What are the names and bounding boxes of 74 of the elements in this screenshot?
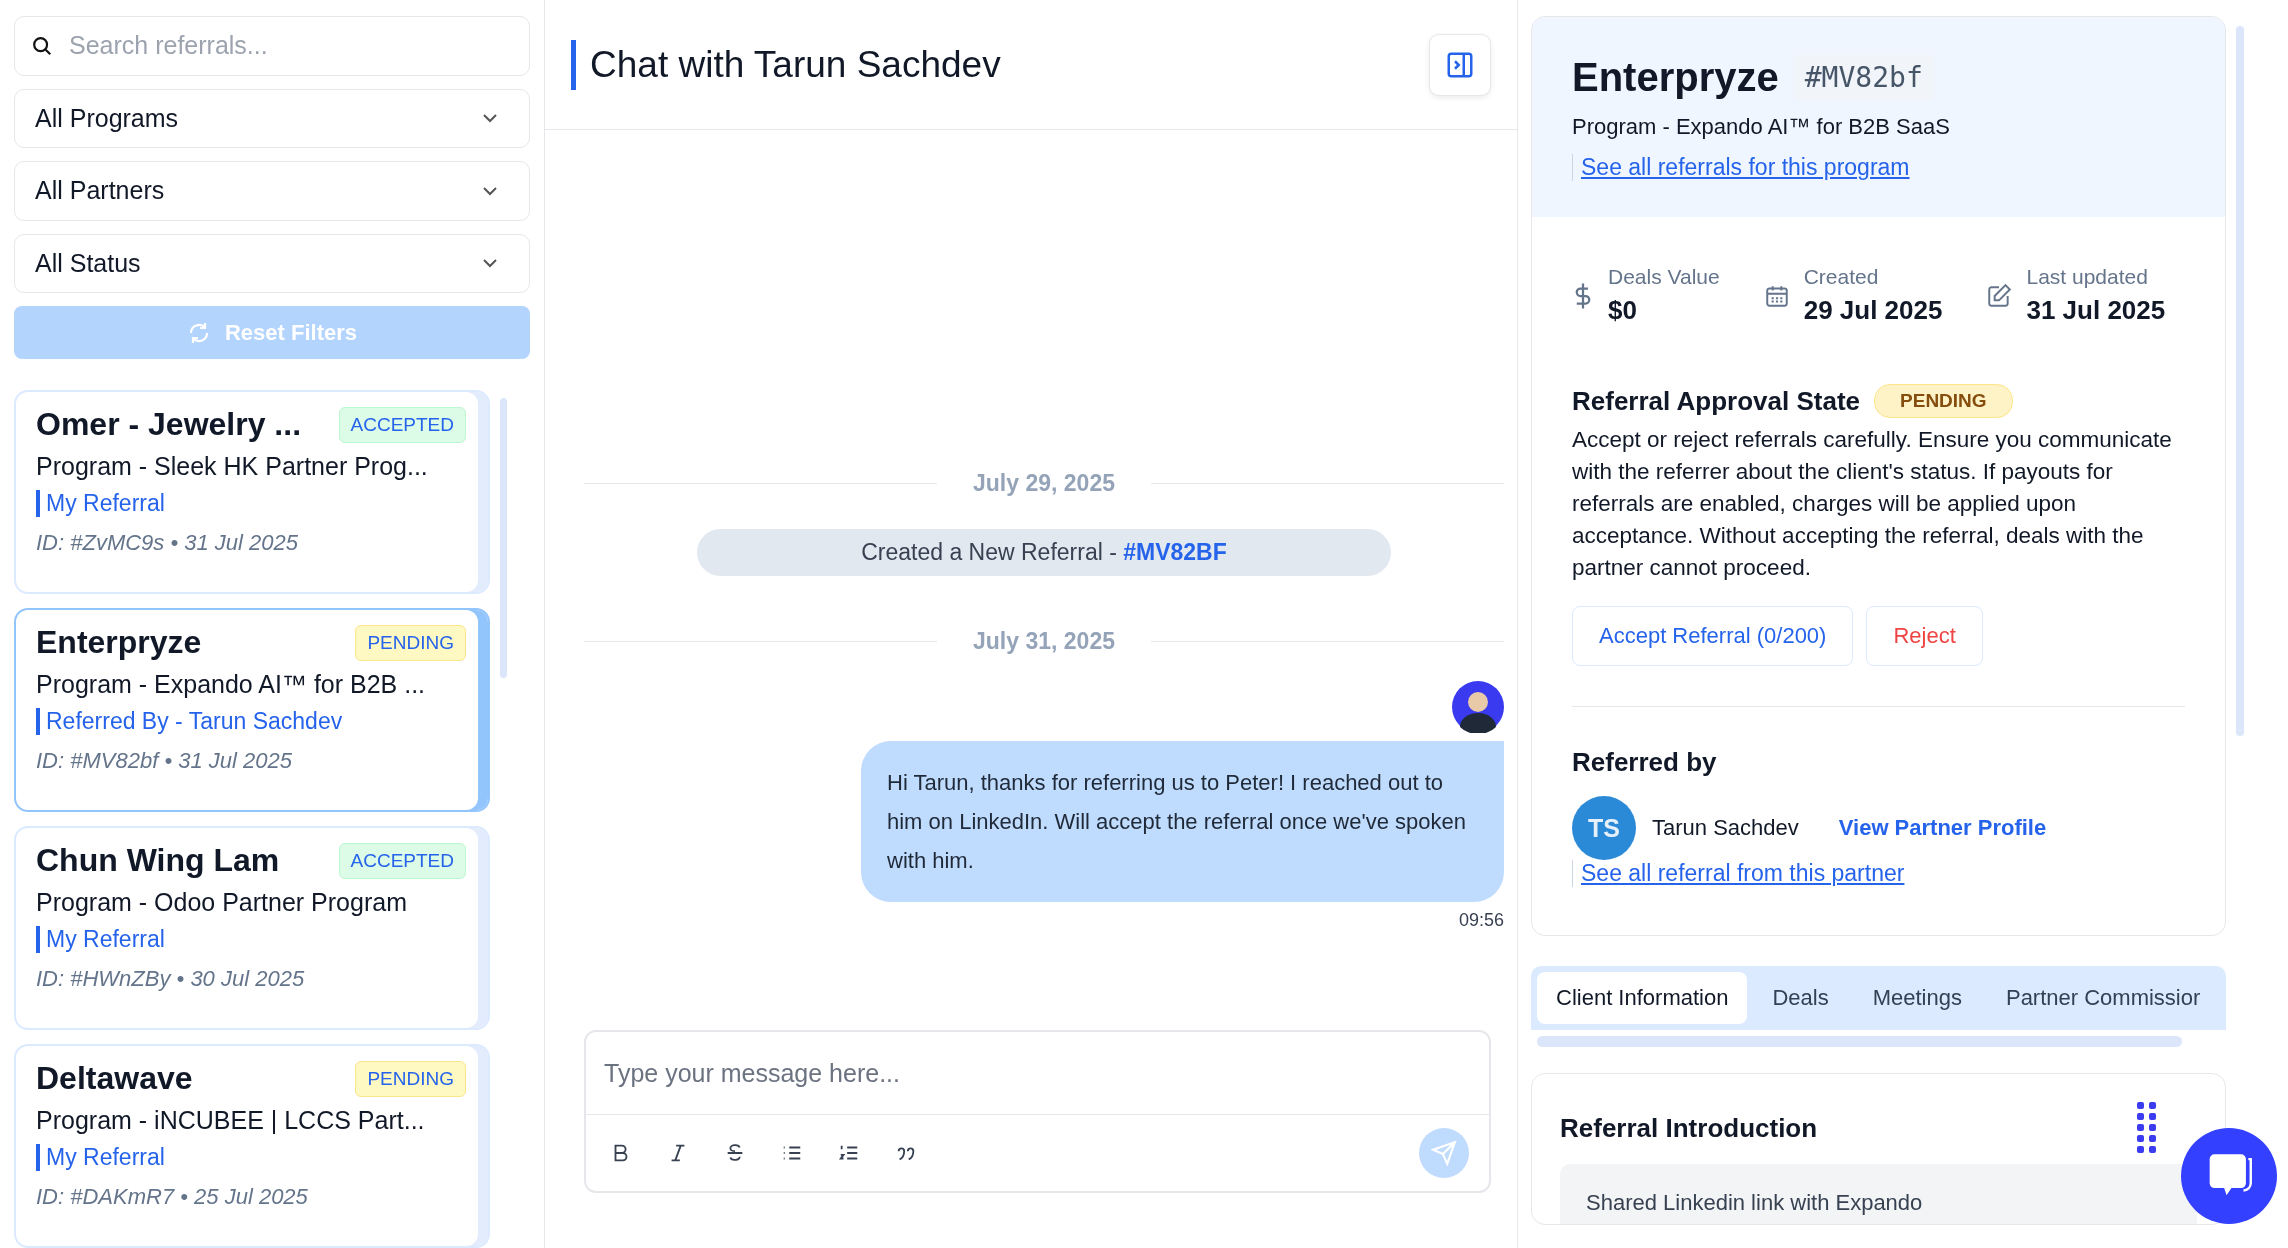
stat-value: 31 Jul 2025 xyxy=(2026,295,2166,326)
section-title: Referral Approval State xyxy=(1572,385,1861,417)
referral-title: Chun Wing Lam xyxy=(36,842,280,879)
program-name: Program - Expando AI™ for B2B ... xyxy=(36,670,426,699)
chevron-down-icon xyxy=(481,112,499,125)
system-event: Created a New Referral - #MV82BF xyxy=(697,529,1391,576)
referral-source-link[interactable]: My Referral xyxy=(36,1144,165,1171)
filter-dropdown[interactable]: All Programs xyxy=(14,88,530,148)
tab[interactable]: Meetings xyxy=(1853,972,1981,1024)
partner-referrals-link[interactable]: See all referral from this partner xyxy=(1572,860,1905,887)
status-badge: PENDING xyxy=(1874,384,2013,418)
referral-title: Omer - Jewelry ... xyxy=(36,406,301,443)
date-separator: July 29, 2025 xyxy=(973,470,1115,497)
referral-id-date: ID: #DAKmR7 • 25 Jul 2025 xyxy=(36,1184,308,1210)
approval-description: Accept or reject referrals carefully. Ensure you communicate with the referrer about the client's status. If payouts for referrals are enabled, charges will be applied upon acceptance. Without accepting the referral, deals with the partner cannot proceed. xyxy=(1572,426,2173,582)
referral-id-date: ID: #MV82bf • 31 Jul 2025 xyxy=(36,748,292,774)
section-title: Referral Introduction xyxy=(1560,1112,1818,1144)
scrollbar[interactable] xyxy=(1537,1036,2182,1047)
message-bubble: Hi Tarun, thanks for referring us to Peter! I reached out to him on LinkedIn. Will accept the referral once we've spoken with him. xyxy=(861,741,1504,902)
referral-card[interactable]: Omer - Jewelry ... ACCEPTED Program - Sleek HK Partner Prog... My Referral ID: #ZvMC9s • 31 Jul 2025 xyxy=(14,390,490,594)
referral-id-date: ID: #ZvMC9s • 31 Jul 2025 xyxy=(36,530,299,556)
scrollbar[interactable] xyxy=(500,398,507,678)
referral-id-date: ID: #HWnZBy • 30 Jul 2025 xyxy=(36,966,305,992)
date-separator: July 31, 2025 xyxy=(973,628,1115,655)
message-time: 09:56 xyxy=(1458,910,1504,931)
edit-icon xyxy=(1986,282,2013,309)
scrollbar[interactable] xyxy=(2236,26,2244,736)
toggle-panel-button[interactable] xyxy=(1429,33,1491,96)
chat-title: Chat with Tarun Sachdev xyxy=(571,39,1001,90)
section-title: Referred by xyxy=(1572,747,1717,778)
program-name: Program - Expando AI™ for B2B SaaS xyxy=(1572,114,1950,140)
referral-id: #MV82bf xyxy=(1792,55,1935,100)
partner-avatar: TS xyxy=(1572,796,1636,860)
avatar xyxy=(1452,681,1504,733)
send-icon xyxy=(1431,1140,1457,1166)
referral-title: Deltawave xyxy=(36,1060,193,1097)
status-badge: PENDING xyxy=(355,1060,466,1097)
filter-dropdown[interactable]: All Status xyxy=(14,233,530,293)
search-field[interactable]: Search referrals... xyxy=(14,16,530,76)
program-name: Program - Odoo Partner Program xyxy=(36,888,407,917)
referral-title: Enterpryze xyxy=(36,624,202,661)
referral-card[interactable]: Deltawave PENDING Program - iNCUBEE | LCCS Part... My Referral ID: #DAKmR7 • 25 Jul 2025 xyxy=(14,1044,490,1248)
status-badge: ACCEPTED xyxy=(338,842,466,879)
program-name: Program - iNCUBEE | LCCS Part... xyxy=(36,1106,425,1135)
partner-name: Tarun Sachdev xyxy=(1652,815,1799,841)
stat-value: $0 xyxy=(1608,295,1638,326)
stat-label: Created xyxy=(1803,265,1880,289)
stat-label: Last updated xyxy=(2026,265,2149,289)
chevron-down-icon xyxy=(481,184,499,197)
tab[interactable]: Deals xyxy=(1753,972,1848,1024)
chevron-down-icon xyxy=(481,257,499,270)
search-icon xyxy=(31,34,53,57)
status-badge: PENDING xyxy=(355,624,466,661)
search-input[interactable]: Search referrals... xyxy=(67,30,513,62)
referral-source-link[interactable]: Referred By - Tarun Sachdev xyxy=(36,708,343,735)
status-badge: ACCEPTED xyxy=(338,406,466,443)
drag-handle-icon[interactable] xyxy=(2137,1102,2157,1154)
partner-profile-link[interactable]: View Partner Profile xyxy=(1838,815,2047,841)
introduction-text: Shared Linkedin link with Expando xyxy=(1560,1164,2197,1224)
tab[interactable]: Client Information xyxy=(1537,972,1748,1024)
program-name: Program - Sleek HK Partner Prog... xyxy=(36,452,428,481)
referral-source-link[interactable]: My Referral xyxy=(36,490,165,517)
client-name: Enterpryze xyxy=(1572,55,1779,100)
filter-dropdown[interactable]: All Partners xyxy=(14,161,530,221)
referral-card[interactable]: Chun Wing Lam ACCEPTED Program - Odoo Partner Program My Referral ID: #HWnZBy • 30 Jul 2025 xyxy=(14,826,490,1030)
referral-source-link[interactable]: My Referral xyxy=(36,926,165,953)
stat-value: 29 Jul 2025 xyxy=(1803,295,1943,326)
tab[interactable]: Partner Commissior xyxy=(1986,972,2220,1024)
reject-button[interactable]: Reject xyxy=(1866,606,1983,666)
accept-button[interactable]: Accept Referral (0/200) xyxy=(1572,606,1854,666)
message-composer[interactable]: Type your message here... xyxy=(584,1030,1491,1193)
referral-card[interactable]: Enterpryze PENDING Program - Expando AI™ for B2B ... Referred By - Tarun Sachdev ID: #MV82bf • 31 Jul 2025 xyxy=(14,608,490,812)
program-referrals-link[interactable]: See all referrals for this program xyxy=(1572,154,1910,181)
stat-label: Deals Value xyxy=(1608,265,1720,289)
